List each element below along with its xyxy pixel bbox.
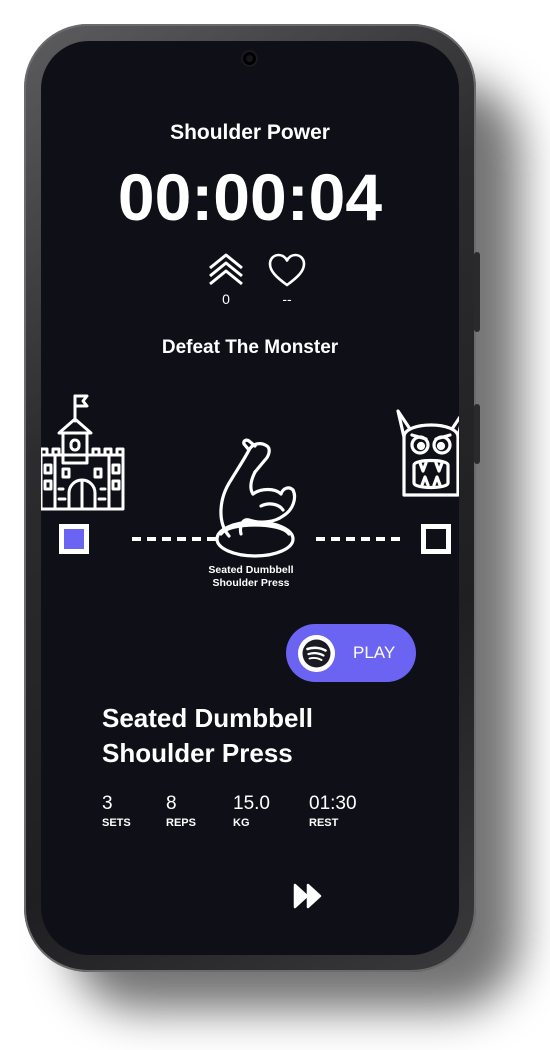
metric-value: 15.0 [233, 793, 270, 814]
metric-rest: 01:30 REST [309, 793, 357, 829]
exercise-caption: Seated Dumbbell Shoulder Press [191, 564, 311, 590]
play-label: PLAY [353, 643, 396, 662]
exercise-caption-line2: Shoulder Press [212, 577, 290, 589]
progress-fill [64, 529, 84, 549]
fast-forward-icon[interactable] [292, 881, 324, 911]
spotify-play-button[interactable]: PLAY [286, 624, 416, 682]
metric-weight: 15.0 KG [233, 793, 270, 829]
heart-icon [268, 253, 306, 287]
monster-icon [396, 409, 459, 497]
metric-label: SETS [102, 817, 131, 829]
phone-frame: Shoulder Power 00:00:04 0 -- Defeat The … [24, 24, 480, 972]
workout-timer: 00:00:04 [117, 160, 383, 234]
workout-title: Shoulder Power [170, 121, 330, 144]
metric-sets: 3 SETS [102, 793, 131, 829]
metric-value: 8 [166, 793, 177, 814]
path-dashes-right [316, 537, 401, 541]
castle-icon [41, 394, 125, 511]
chevrons-up-icon [209, 253, 243, 286]
metric-reps: 8 REPS [166, 793, 196, 829]
path-dashes-left [132, 537, 217, 541]
power-button [474, 404, 480, 464]
heart-rate-value: -- [282, 291, 292, 307]
metric-value: 3 [102, 793, 113, 814]
metric-label: KG [233, 817, 250, 829]
exercise-name-line1: Seated Dumbbell [102, 703, 313, 733]
exercise-name: Seated Dumbbell Shoulder Press [102, 701, 402, 771]
app-screen: Shoulder Power 00:00:04 0 -- Defeat The … [41, 41, 459, 955]
metric-label: REST [309, 817, 339, 829]
exercise-caption-line1: Seated Dumbbell [208, 564, 294, 576]
end-marker [421, 524, 451, 554]
metric-label: REPS [166, 817, 196, 829]
spotify-icon [298, 635, 335, 672]
challenge-title: Defeat The Monster [161, 337, 339, 358]
level-value: 0 [222, 291, 230, 307]
exercise-name-line2: Shoulder Press [102, 738, 293, 768]
volume-button [474, 252, 480, 332]
start-marker [59, 524, 89, 554]
front-camera [241, 50, 258, 67]
metric-value: 01:30 [309, 793, 357, 814]
flexed-arm-icon [215, 438, 297, 558]
stage: Shoulder Power 00:00:04 0 -- Defeat The … [0, 0, 550, 1050]
